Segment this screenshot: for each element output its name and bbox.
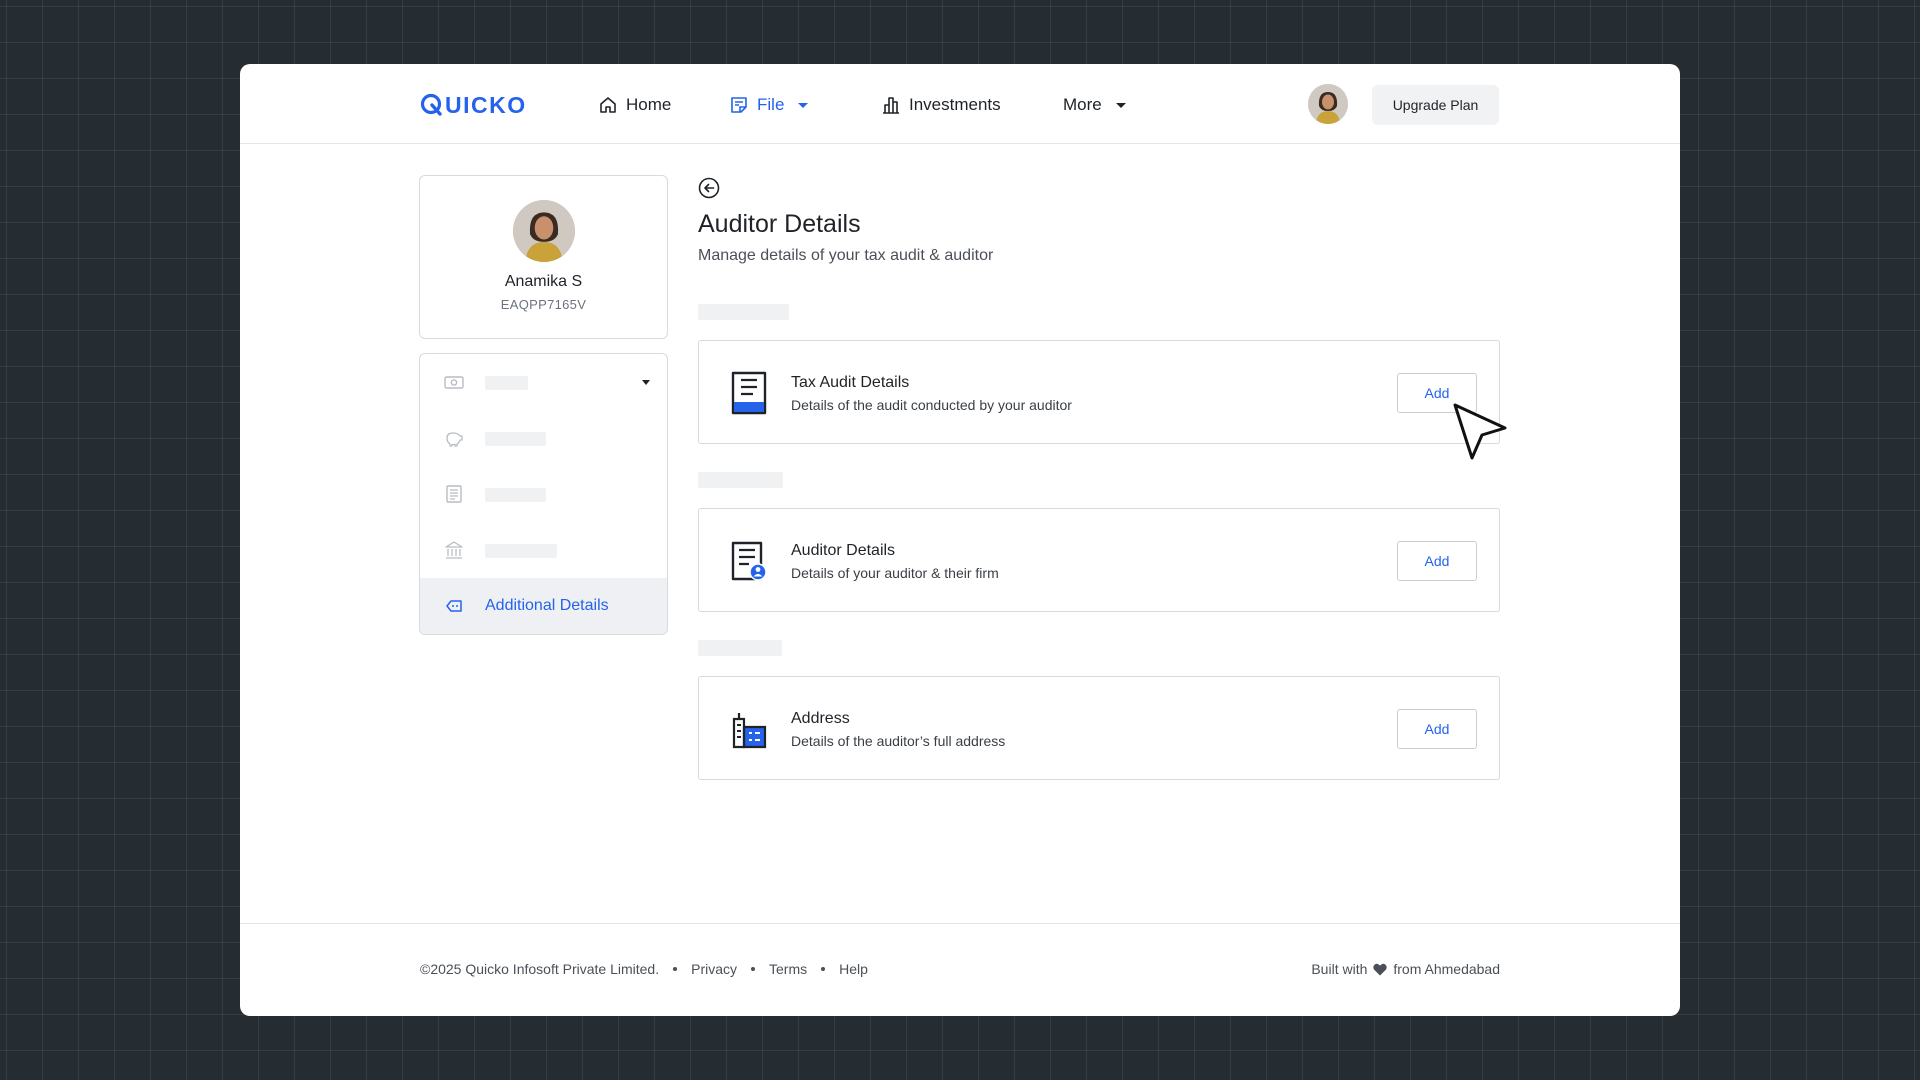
privacy-link[interactable]: Privacy [691,961,737,977]
profile-pan: EAQPP7165V [500,297,587,312]
footer-right: Built with from Ahmedabad [1311,961,1500,977]
app-window: UICKO Home File Investments More Upgrade… [240,64,1680,1016]
header-avatar[interactable] [1308,84,1348,124]
help-link[interactable]: Help [839,961,868,977]
terms-link[interactable]: Terms [769,961,807,977]
upgrade-plan-button[interactable]: Upgrade Plan [1372,85,1499,125]
piggy-bank-icon [446,432,463,447]
skeleton-label [485,376,528,390]
section-title: Address [791,710,850,727]
arrow-left-circle-icon [698,177,720,199]
profile-name: Anamika S [504,273,583,290]
section-heading-skeleton [698,472,783,488]
nav-investments-label: Investments [909,95,1001,114]
section-title: Auditor Details [791,542,896,559]
chevron-down-icon [798,102,809,108]
home-icon [600,97,616,113]
tag-icon [446,600,462,612]
nav-file[interactable]: File [729,92,809,118]
add-address-button[interactable]: Add [1397,709,1477,749]
nav-more[interactable]: More [1063,92,1126,118]
tax-audit-details-card: Tax Audit Details Details of the audit c… [698,340,1500,444]
sidebar-item-additional-details[interactable]: Additional Details [420,578,667,634]
nav-home[interactable]: Home [598,92,671,118]
logo-q-icon [420,93,442,116]
quicko-logo[interactable]: UICKO [420,90,527,120]
built-with-text: Built with [1311,961,1368,977]
footer-left: ©2025 Quicko Infosoft Private Limited. P… [420,961,868,977]
top-header: UICKO Home File Investments More Upgrade… [240,64,1680,144]
file-icon [731,97,747,113]
sidebar-item-income[interactable] [420,354,667,410]
sidebar-item-label: Additional Details [485,597,609,614]
separator-dot [751,967,756,971]
sidebar-menu: Additional Details [419,353,668,635]
from-location-text: from Ahmedabad [1393,961,1500,977]
nav-home-label: Home [626,95,672,114]
money-icon [444,376,464,389]
investments-icon [883,97,899,114]
nav-file-label: File [757,95,785,114]
document-list-icon [446,485,462,503]
copyright-text: ©2025 Quicko Infosoft Private Limited. [420,961,660,977]
footer: ©2025 Quicko Infosoft Private Limited. P… [240,923,1680,1016]
bank-icon [445,541,463,559]
section-heading-skeleton [698,640,782,656]
section-description: Details of the audit conducted by your a… [791,397,1072,413]
add-auditor-details-button[interactable]: Add [1397,541,1477,581]
sidebar-item-bank[interactable] [420,522,667,578]
nav-investments[interactable]: Investments [881,92,1001,118]
logo-text: UICKO [445,91,527,118]
nav-more-label: More [1063,95,1102,114]
skeleton-label [485,544,557,558]
section-description: Details of the auditor’s full address [791,733,1006,749]
sidebar-item-taxes[interactable] [420,466,667,522]
section-heading-skeleton [698,304,789,320]
heart-icon [1373,963,1388,975]
skeleton-label [485,488,546,502]
section-title: Tax Audit Details [791,374,910,391]
add-tax-audit-details-button[interactable]: Add [1397,373,1477,413]
page-title: Auditor Details [698,210,861,238]
audit-document-icon [731,371,767,415]
separator-dot [821,967,826,971]
chevron-down-icon[interactable] [642,380,650,385]
sidebar-item-deductions[interactable] [420,410,667,466]
avatar [513,200,575,262]
address-card: Address Details of the auditor’s full ad… [698,676,1500,780]
building-icon [732,713,767,749]
profile-card: Anamika S EAQPP7165V [419,175,668,339]
user-avatar-icon [1308,84,1348,124]
back-button[interactable] [698,177,720,199]
separator-dot [673,967,678,971]
user-avatar-icon [513,200,575,262]
chevron-down-icon [1115,102,1126,108]
section-description: Details of your auditor & their firm [791,565,999,581]
auditor-details-card: Auditor Details Details of your auditor … [698,508,1500,612]
auditor-document-icon [731,541,767,581]
page-subtitle: Manage details of your tax audit & audit… [698,247,994,264]
skeleton-label [485,432,546,446]
